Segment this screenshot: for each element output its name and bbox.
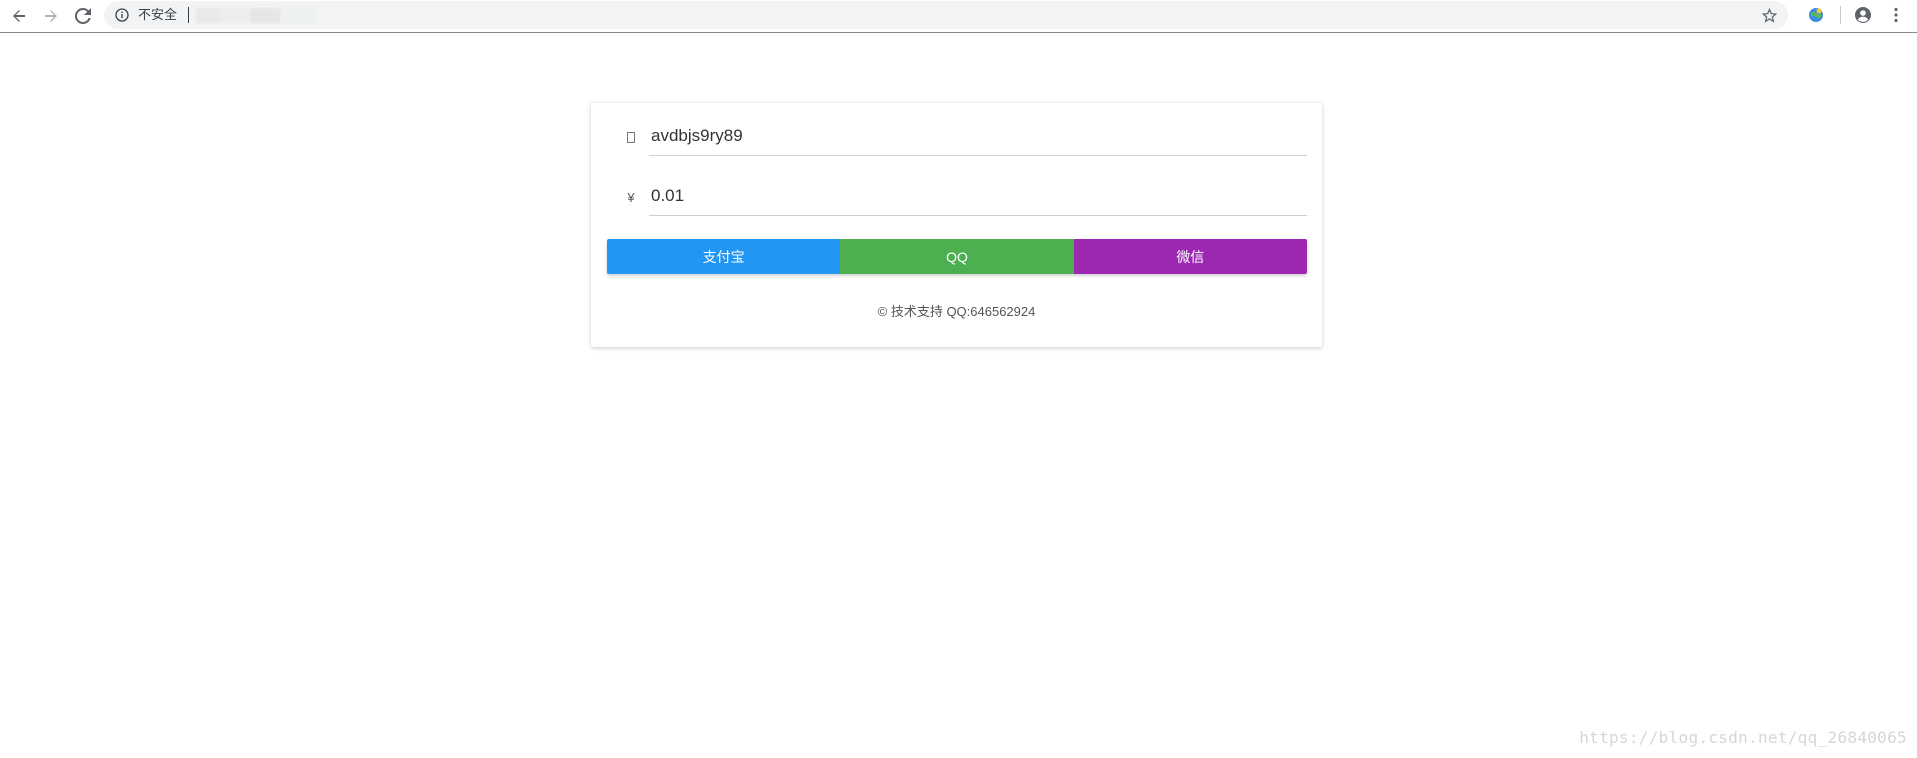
- payment-card: ¥ 支付宝 QQ 微信 © 技术支持 QQ:646562924: [591, 103, 1322, 347]
- back-button[interactable]: [6, 4, 32, 28]
- extension-icon[interactable]: [1806, 5, 1826, 25]
- divider: [1840, 6, 1841, 24]
- alipay-button[interactable]: 支付宝: [607, 239, 841, 274]
- browser-toolbar: 不安全: [0, 0, 1917, 33]
- forward-button[interactable]: [38, 4, 64, 28]
- order-id-field: [607, 117, 1307, 157]
- account-circle-icon[interactable]: [1853, 5, 1873, 25]
- kebab-menu-icon[interactable]: [1886, 5, 1906, 25]
- arrow-right-icon: [45, 10, 57, 22]
- wechat-pay-button[interactable]: 微信: [1073, 239, 1307, 274]
- tech-support-text: © 技术支持 QQ:646562924: [877, 304, 1036, 319]
- order-icon: [625, 129, 637, 145]
- yen-icon: ¥: [627, 189, 635, 205]
- url-text-redacted: [196, 8, 316, 23]
- payment-button-group: 支付宝 QQ 微信: [607, 239, 1307, 274]
- amount-input[interactable]: [649, 177, 1307, 216]
- arrow-left-icon: [13, 10, 25, 22]
- reload-button[interactable]: [70, 4, 96, 28]
- order-id-input[interactable]: [649, 117, 1307, 156]
- security-status[interactable]: 不安全: [138, 7, 177, 23]
- info-icon[interactable]: [114, 7, 130, 23]
- divider: [188, 7, 189, 23]
- address-bar[interactable]: 不安全: [104, 1, 1788, 29]
- qq-pay-button[interactable]: QQ: [840, 239, 1074, 274]
- amount-field: ¥: [607, 177, 1307, 217]
- watermark: https://blog.csdn.net/qq_26840065: [1579, 728, 1907, 747]
- reload-icon: [75, 8, 91, 24]
- star-icon[interactable]: [1760, 6, 1778, 24]
